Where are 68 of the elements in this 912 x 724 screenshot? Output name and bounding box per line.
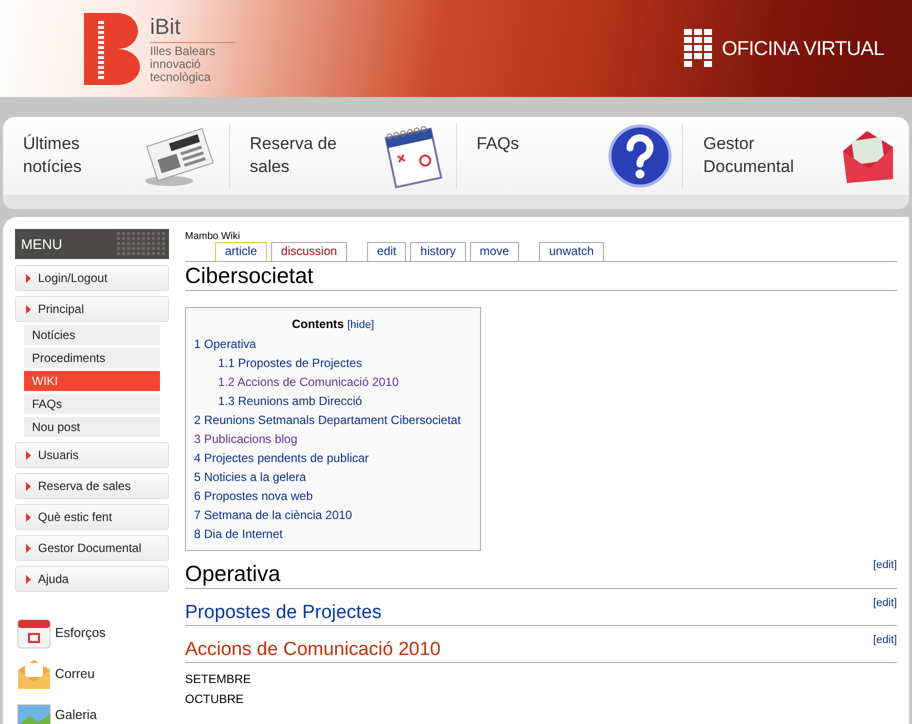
section-heading: Accions de Comunicació 2010: [185, 638, 441, 662]
arrow-icon: [26, 512, 31, 522]
shortcut-link[interactable]: Correu: [17, 657, 169, 690]
page-tab[interactable]: article: [215, 242, 268, 261]
page-tab[interactable]: move: [470, 242, 520, 261]
toc-link[interactable]: 7 Setmana de la ciència 2010: [194, 506, 472, 525]
submenu-item[interactable]: Nou post: [24, 417, 160, 437]
menu-item[interactable]: Què estic fent: [15, 504, 169, 530]
logo-tagline: tecnològica: [150, 70, 212, 84]
nav-item[interactable]: Últimes notícies: [3, 123, 229, 189]
toc-link[interactable]: 6 Propostes nova web: [194, 487, 472, 506]
paragraph: SETEMBRE: [185, 673, 252, 686]
mail-icon: [17, 658, 51, 690]
section-edit-link[interactable]: [edit]: [873, 557, 897, 574]
logo-name: iBit: [150, 14, 235, 42]
toc-link[interactable]: 1 Operativa: [194, 335, 472, 354]
page-tab[interactable]: edit: [367, 242, 406, 261]
submenu-item[interactable]: Procediments: [24, 348, 160, 368]
page-tab[interactable]: unwatch: [539, 242, 604, 261]
page-tab[interactable]: discussion: [271, 242, 348, 261]
toc-link[interactable]: 1.2 Accions de Comunicació 2010: [218, 373, 472, 392]
arrow-icon: [26, 482, 31, 490]
submenu-item[interactable]: Notícies: [24, 325, 160, 345]
toc-link[interactable]: 1.1 Propostes de Projectes: [218, 354, 472, 373]
shortcut-link[interactable]: Esforços: [17, 616, 169, 649]
dots-pattern-icon: [117, 231, 167, 257]
logo-tagline: innovació: [150, 58, 202, 70]
page-title: Cibersocietat: [185, 263, 897, 291]
toc-link[interactable]: 8 Dia de Internet: [194, 525, 472, 544]
portal-title: OFICINA VIRTUAL: [722, 36, 884, 60]
section-edit-link[interactable]: [edit]: [873, 595, 897, 612]
nav-item[interactable]: Gestor Documental: [682, 123, 909, 189]
toc-title: Contents: [292, 317, 344, 331]
toc-link[interactable]: 2 Reunions Setmanals Departament Cibersocietat: [194, 411, 472, 430]
building-icon: [684, 28, 714, 68]
logo-tagline: Illes Balears: [150, 44, 216, 58]
menu-title: MENU: [21, 234, 62, 254]
arrow-icon: [26, 450, 31, 460]
submenu-item[interactable]: FAQs: [24, 394, 160, 414]
menu-item[interactable]: Ajuda: [15, 566, 169, 592]
picture-icon: [17, 704, 51, 724]
shortcut-link[interactable]: Galeria: [17, 698, 169, 724]
toc-link[interactable]: 4 Projectes pendents de publicar: [194, 449, 472, 468]
arrow-icon: [26, 274, 31, 282]
nav-item[interactable]: FAQs: [456, 123, 682, 189]
arrow-icon: [26, 574, 31, 584]
arrow-icon: [26, 304, 31, 314]
menu-item[interactable]: Reserva de sales: [15, 473, 169, 499]
menu-item[interactable]: Principal: [15, 296, 169, 322]
menu-item[interactable]: Usuaris: [15, 442, 169, 468]
paragraph: OCTUBRE: [185, 693, 245, 706]
menu-item[interactable]: Gestor Documental: [15, 535, 169, 561]
submenu-item[interactable]: WIKI: [24, 371, 160, 391]
section-edit-link[interactable]: [edit]: [873, 632, 897, 648]
nav-item[interactable]: Reserva de sales: [228, 123, 456, 189]
toc-toggle-link[interactable]: [hide]: [347, 319, 374, 331]
section-heading: Propostes de Projectes: [185, 601, 382, 625]
help-icon: [608, 124, 672, 188]
menu-item[interactable]: Login/Logout: [15, 265, 169, 291]
logo-icon: [84, 12, 142, 84]
toc-link[interactable]: 3 Publicacions blog: [194, 430, 472, 449]
page-tab[interactable]: history: [410, 242, 466, 261]
section-heading: Operativa: [185, 560, 280, 588]
toc-link[interactable]: 1.3 Reunions amb Direcció: [218, 392, 472, 411]
arrow-icon: [26, 544, 31, 552]
calendar-icon: [17, 616, 51, 648]
site-name: Mambo Wiki: [185, 230, 242, 243]
toc-link[interactable]: 5 Noticies a la gelera: [194, 468, 472, 487]
